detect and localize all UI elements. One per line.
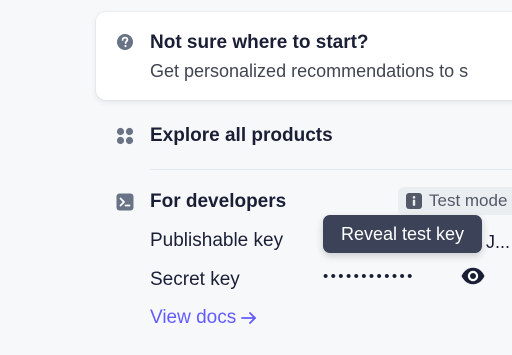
test-mode-label: Test mode — [429, 191, 508, 210]
recommendations-card[interactable] — [96, 12, 512, 100]
secret-key-masked-value: •••••••••••• — [323, 268, 415, 285]
arrow-right-icon — [240, 309, 258, 327]
developers-title: For developers — [150, 191, 287, 212]
recommendations-title: Not sure where to start? — [150, 32, 369, 53]
question-circle-icon — [116, 33, 134, 51]
dashboard-get-started-panel: Not sure where to start? Get personalize… — [0, 0, 512, 355]
reveal-test-key-tooltip: Reveal test key — [323, 215, 482, 253]
secret-key-label: Secret key — [150, 269, 240, 290]
publishable-key-value[interactable]: J... — [486, 232, 510, 253]
apps-grid-icon — [116, 127, 134, 145]
section-divider — [150, 169, 512, 170]
info-icon — [406, 193, 422, 209]
view-docs-label: View docs — [150, 307, 237, 328]
explore-all-products-link[interactable]: Explore all products — [150, 125, 333, 147]
view-docs-link[interactable]: View docs — [150, 307, 258, 329]
terminal-icon — [116, 193, 134, 211]
eye-icon[interactable] — [460, 266, 486, 286]
recommendations-subtitle: Get personalized recommendations to s — [150, 61, 469, 81]
publishable-key-label: Publishable key — [150, 230, 284, 251]
test-mode-badge: Test mode — [398, 187, 512, 215]
